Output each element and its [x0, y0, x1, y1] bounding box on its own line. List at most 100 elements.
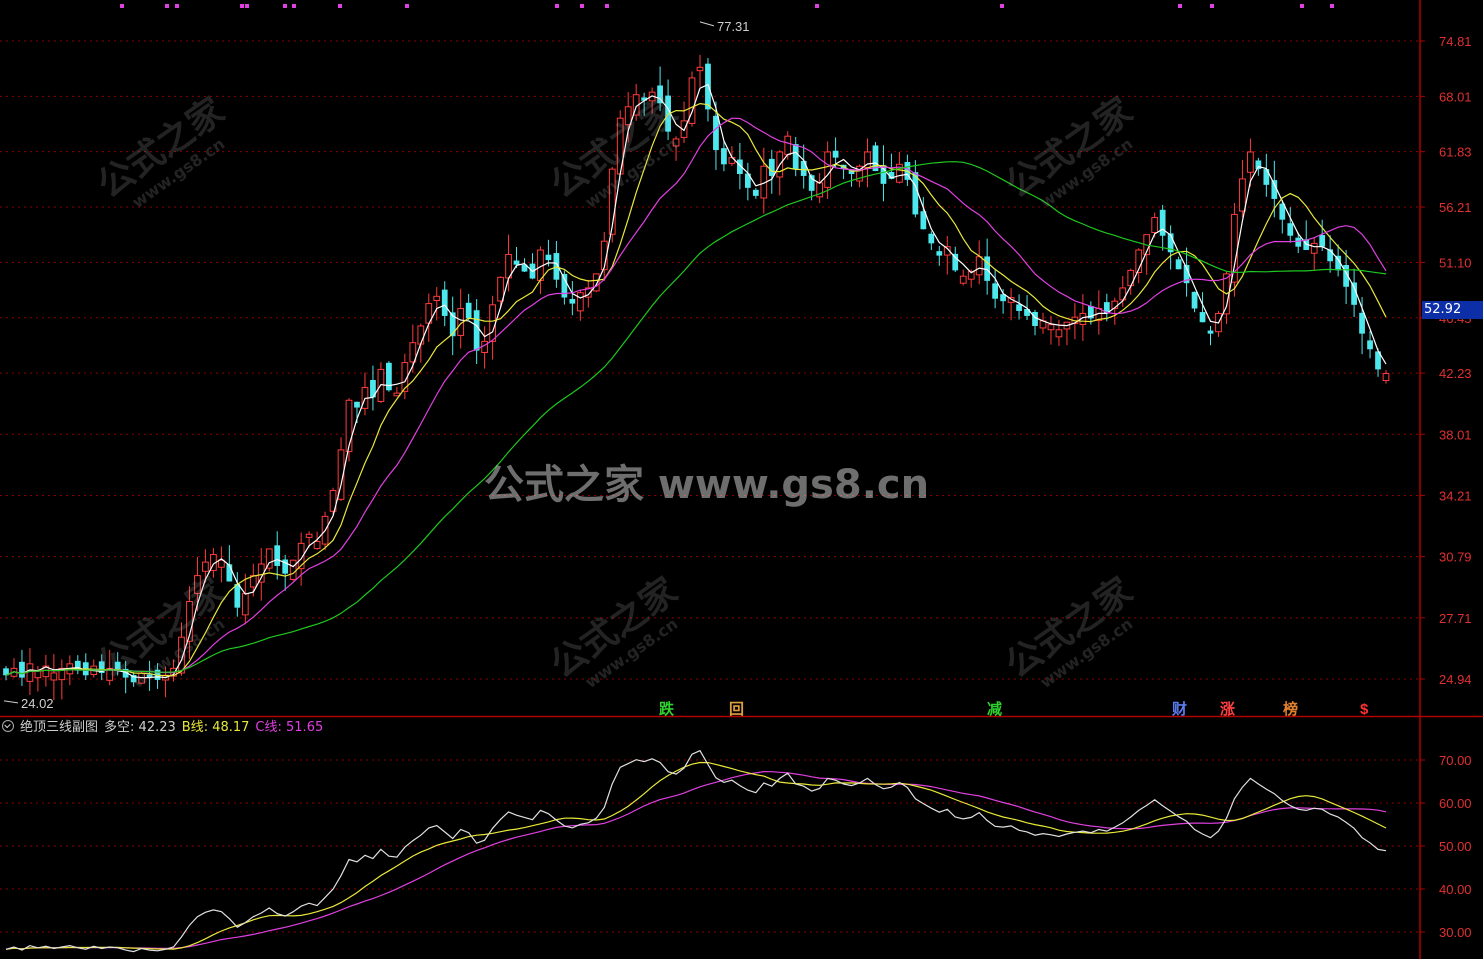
top-marker [1178, 4, 1182, 8]
candle-down [832, 150, 839, 158]
candle-down [1207, 330, 1214, 334]
top-marker [580, 4, 584, 8]
candle-down [713, 115, 719, 151]
candle-down [274, 545, 281, 566]
sub-tick-label: 40.00 [1439, 882, 1472, 897]
top-marker [120, 4, 124, 8]
candle-down [226, 564, 233, 582]
top-marker [1210, 4, 1214, 8]
line-a-value: 42.23 [138, 720, 176, 735]
high-pointer [699, 21, 715, 27]
candle-down [1359, 312, 1365, 334]
candle-up [489, 304, 496, 342]
candle-down [569, 298, 576, 304]
top-marker [1330, 4, 1334, 8]
indicator-title-bar[interactable]: 绝顶三线副图 多空: 42.23 B线: 48.17 C线: 51.65 [2, 719, 329, 737]
top-marker [165, 4, 169, 8]
price-tick-label: 34.21 [1439, 488, 1472, 503]
candle-up [975, 256, 983, 276]
signal-label: 榜 [1283, 700, 1298, 718]
signal-label: 减 [987, 700, 1002, 718]
candle-down [465, 302, 472, 319]
candle-down [721, 148, 727, 165]
top-marker [405, 4, 409, 8]
sub-tick-label: 70.00 [1439, 753, 1472, 768]
price-tick-label: 38.01 [1439, 427, 1472, 442]
line-b-value: 48.17 [212, 720, 250, 735]
watermark-center: 公式之家 www.gs8.cn [484, 462, 930, 508]
top-marker [1000, 4, 1004, 8]
candle-up [576, 292, 584, 312]
price-tick-label: 24.94 [1439, 672, 1472, 687]
top-marker [292, 4, 296, 8]
duokong-line [5, 749, 1387, 953]
candle-down [234, 583, 241, 608]
top-marker [605, 4, 609, 8]
line-c-value: 51.65 [286, 720, 324, 735]
signal-label: 财 [1172, 700, 1187, 718]
candle-up [417, 325, 425, 345]
candle-down [936, 251, 943, 256]
price-tick-label: 51.10 [1439, 255, 1472, 270]
candle-up [1247, 151, 1254, 173]
candle-down [1199, 312, 1206, 323]
candle-up [305, 533, 313, 538]
candle-up [497, 276, 504, 302]
candle-up [696, 66, 704, 72]
candle-down [992, 283, 999, 299]
top-marker [283, 4, 287, 8]
candle-down [1295, 237, 1302, 247]
line-c-label: C线: 51.65 [255, 720, 324, 735]
line-a-label: 多空: 42.23 [104, 720, 176, 735]
candle-up [1047, 324, 1055, 331]
candle-down [545, 254, 552, 261]
top-marker [175, 4, 179, 8]
candle-up [26, 663, 34, 682]
candle-up [959, 275, 967, 284]
candle-down [1191, 291, 1198, 309]
candle-up [433, 295, 441, 302]
candle-up [1382, 373, 1390, 382]
candle-down [1175, 259, 1182, 270]
candle-down [441, 289, 448, 316]
price-tick-label: 56.21 [1439, 200, 1472, 215]
price-tick-label: 27.71 [1439, 611, 1472, 626]
line-b-label: B线: 48.17 [181, 720, 250, 735]
price-tick-label: 61.83 [1439, 145, 1472, 160]
line-a-name: 多空 [104, 720, 131, 735]
sub-tick-label: 60.00 [1439, 796, 1472, 811]
top-marker [338, 4, 342, 8]
candle-down [705, 63, 711, 110]
low-pointer [3, 700, 19, 704]
candle-up [1055, 329, 1063, 338]
candle-down [354, 401, 360, 408]
candle-up [313, 541, 321, 550]
candle-down [928, 233, 935, 244]
high-price-label: 77.31 [717, 19, 750, 34]
candle-down [1287, 223, 1294, 236]
candle-down [768, 158, 775, 176]
b-line [5, 761, 1387, 950]
current-price-tag: 52.92 [1422, 301, 1483, 319]
candle-down [1367, 340, 1373, 350]
c-line [5, 770, 1387, 950]
indicator-settings-icon[interactable] [2, 720, 14, 732]
signal-label: 回 [729, 701, 744, 718]
candle-down [1319, 234, 1326, 247]
price-tick-label: 74.81 [1439, 34, 1472, 49]
candle-up [289, 559, 297, 580]
line-c-name: C线 [255, 720, 278, 735]
candle-down [1016, 304, 1022, 311]
low-price-label: 24.02 [21, 696, 54, 711]
line-b-name: B线 [181, 720, 204, 735]
price-tick-label: 30.79 [1439, 550, 1472, 565]
indicator-name: 绝顶三线副图 [20, 720, 99, 735]
candle-down [513, 260, 520, 265]
candle-up [241, 592, 249, 616]
candle-up [592, 273, 600, 292]
top-marker [815, 4, 819, 8]
candle-up [1151, 217, 1159, 234]
top-marker [245, 4, 249, 8]
top-marker [240, 4, 244, 8]
price-tick-label: 68.01 [1439, 89, 1472, 104]
